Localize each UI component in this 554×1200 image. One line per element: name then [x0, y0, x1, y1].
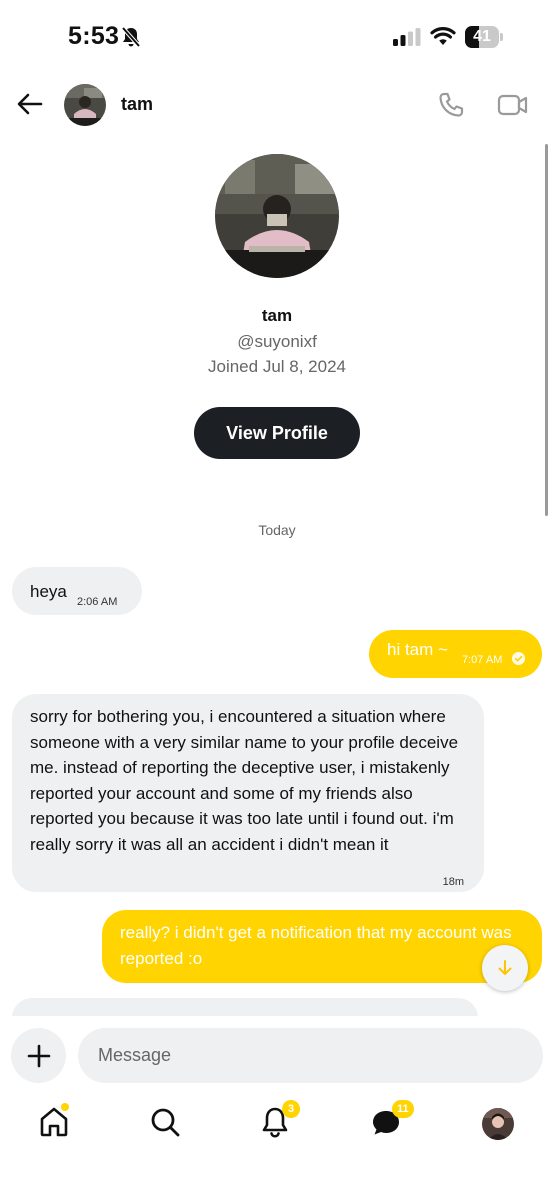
message-bubble-outgoing[interactable]: really? i didn't get a notification that… [102, 910, 542, 983]
phone-icon [439, 92, 464, 117]
nav-profile-button[interactable] [482, 1108, 514, 1140]
nav-home-button[interactable] [39, 1103, 73, 1140]
add-attachment-button[interactable] [11, 1028, 66, 1083]
message-composer [0, 1016, 554, 1094]
message-bubble-incoming-partial[interactable] [12, 998, 478, 1016]
nav-search-button[interactable] [149, 1106, 183, 1140]
message-time: 18m [442, 876, 464, 888]
message-bubble-incoming[interactable]: sorry for bothering you, i encountered a… [12, 694, 484, 892]
chat-header: tam [0, 74, 554, 136]
back-arrow-icon [17, 93, 43, 115]
profile-handle: @suyonixf [237, 332, 317, 351]
message-bubble-outgoing[interactable]: hi tam ~ 7:07 AM [369, 630, 542, 678]
scrollbar[interactable] [545, 144, 548, 516]
avatar [482, 1108, 514, 1140]
message-text: sorry for bothering you, i encountered a… [30, 707, 459, 854]
plus-icon [27, 1044, 50, 1067]
video-camera-icon [497, 94, 528, 116]
search-icon [151, 1108, 180, 1137]
messages-count-badge: 11 [392, 1100, 414, 1118]
message-input[interactable] [78, 1028, 543, 1083]
message-text: heya [30, 582, 67, 601]
wifi-icon [430, 26, 456, 51]
arrow-down-icon [498, 960, 512, 975]
voice-call-button[interactable] [436, 90, 466, 120]
bell-slash-icon [121, 26, 141, 53]
message-text: hi tam ~ [387, 640, 448, 659]
battery-icon: 41 [465, 26, 503, 48]
conversation-scroll-area[interactable]: tam @suyonixf Joined Jul 8, 2024 View Pr… [0, 136, 554, 1016]
status-time: 5:53 [68, 22, 120, 50]
profile-avatar[interactable] [215, 154, 339, 278]
message-bubble-incoming[interactable]: heya 2:06 AM [12, 567, 142, 615]
message-time: 2:06 AM [77, 596, 118, 608]
message-text: really? i didn't get a notification that… [120, 923, 512, 968]
message-time: 7:07 AM [462, 654, 503, 666]
profile-name: tam [261, 306, 293, 325]
video-call-button[interactable] [497, 90, 529, 120]
nav-notifications-button[interactable]: 3 [260, 1100, 300, 1140]
profile-joined-date: Joined Jul 8, 2024 [208, 357, 346, 376]
home-unread-dot [61, 1103, 69, 1111]
cellular-signal-icon [393, 28, 421, 51]
date-separator: Today [258, 522, 296, 538]
scroll-to-bottom-button[interactable] [482, 945, 528, 991]
nav-messages-button[interactable]: 11 [370, 1100, 414, 1140]
notifications-count-badge: 3 [282, 1100, 300, 1118]
battery-level: 41 [473, 28, 491, 45]
avatar[interactable] [64, 84, 106, 126]
status-bar: 5:53 41 [0, 0, 554, 74]
back-button[interactable] [14, 88, 46, 120]
contact-name[interactable]: tam [121, 94, 153, 115]
bottom-navigation: 3 11 [0, 1094, 554, 1200]
view-profile-button[interactable]: View Profile [194, 407, 360, 459]
read-receipt-icon [512, 647, 525, 673]
